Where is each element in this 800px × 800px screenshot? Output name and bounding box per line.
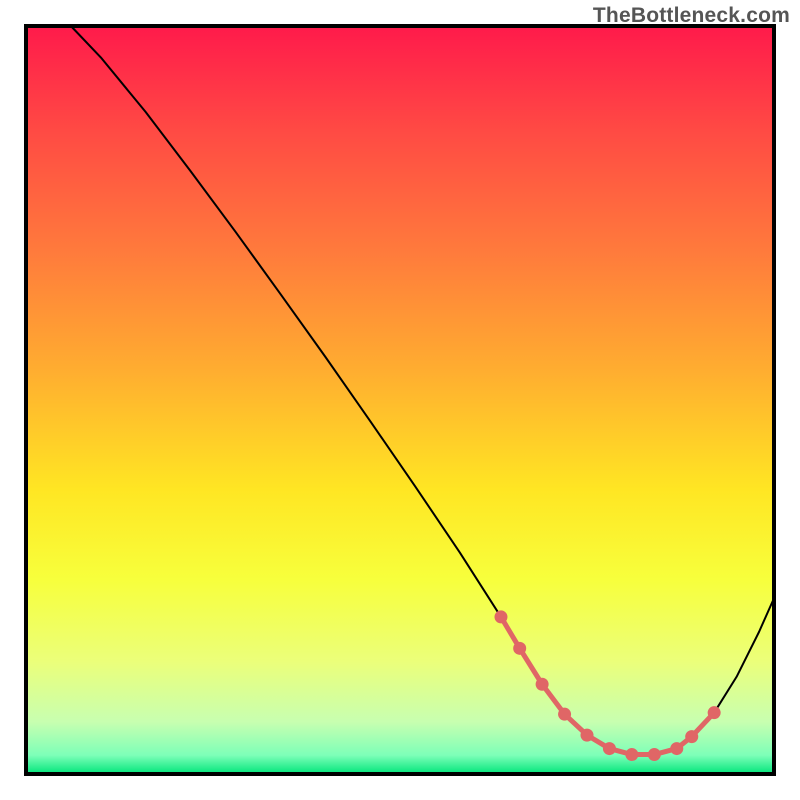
valley-marker-dot bbox=[513, 642, 526, 655]
valley-marker-dot bbox=[603, 742, 616, 755]
valley-marker-dot bbox=[558, 708, 571, 721]
bottleneck-chart-svg bbox=[0, 0, 800, 800]
valley-marker-dot bbox=[581, 729, 594, 742]
plot-background bbox=[26, 26, 774, 774]
valley-marker-dot bbox=[536, 678, 549, 691]
chart-container: TheBottleneck.com bbox=[0, 0, 800, 800]
valley-marker-dot bbox=[648, 748, 661, 761]
valley-marker-dot bbox=[708, 706, 721, 719]
valley-marker-dot bbox=[670, 742, 683, 755]
watermark-text: TheBottleneck.com bbox=[593, 4, 790, 28]
valley-marker-dot bbox=[625, 748, 638, 761]
valley-marker-dot bbox=[494, 610, 507, 623]
valley-marker-dot bbox=[685, 730, 698, 743]
